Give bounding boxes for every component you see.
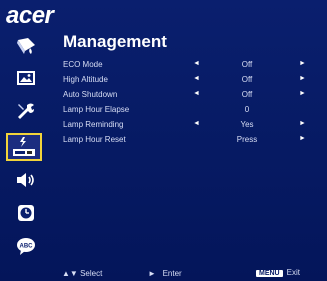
menu-key-badge: MENU — [256, 270, 283, 277]
projector-osd: acer ABC Management ECO Mode ◄ Off ► Hig… — [0, 0, 327, 281]
enter-arrow-icon: ► — [148, 269, 156, 278]
setting-row-lamp-reminding[interactable]: Lamp Reminding ◄ Yes ► — [63, 118, 325, 133]
right-arrow-icon[interactable]: ► — [299, 60, 306, 67]
page-title: Management — [63, 32, 167, 51]
sidebar-item-management[interactable] — [6, 133, 42, 161]
setting-label: Lamp Hour Elapse — [63, 105, 130, 114]
audio-icon — [17, 173, 34, 187]
setting-row-eco-mode[interactable]: ECO Mode ◄ Off ► — [63, 58, 325, 73]
enter-label: Enter — [162, 269, 182, 278]
svg-text:ABC: ABC — [20, 244, 34, 250]
select-hint: ▲▼ Select — [62, 269, 102, 278]
sidebar-item-language[interactable]: ABC — [11, 233, 41, 259]
sidebar-item-timer[interactable] — [11, 200, 41, 226]
color-icon — [17, 38, 35, 54]
right-arrow-icon[interactable]: ► — [299, 90, 306, 97]
sidebar-item-settings[interactable] — [11, 98, 41, 124]
language-icon: ABC — [17, 238, 35, 255]
left-arrow-icon[interactable]: ◄ — [193, 60, 200, 67]
up-down-arrows-icon: ▲▼ — [62, 269, 78, 278]
settings-icon — [18, 103, 34, 119]
right-arrow-icon[interactable]: ► — [299, 75, 306, 82]
setting-row-lamp-hour-elapse: Lamp Hour Elapse 0 — [63, 103, 325, 118]
brand-logo: acer — [6, 2, 54, 29]
setting-label: Lamp Reminding — [63, 120, 124, 129]
setting-row-high-altitude[interactable]: High Altitude ◄ Off ► — [63, 73, 325, 88]
setting-label: Lamp Hour Reset — [63, 135, 126, 144]
right-arrow-icon[interactable]: ► — [299, 135, 306, 142]
setting-value: Off — [241, 75, 253, 84]
exit-label: Exit — [286, 268, 300, 277]
sidebar-item-image[interactable] — [11, 65, 41, 91]
right-arrow-icon[interactable]: ► — [299, 120, 306, 127]
management-icon — [13, 137, 35, 156]
setting-label: High Altitude — [63, 75, 108, 84]
left-arrow-icon[interactable]: ◄ — [193, 120, 200, 127]
exit-hint: MENU Exit — [256, 268, 300, 277]
left-arrow-icon[interactable]: ◄ — [193, 75, 200, 82]
sidebar-item-color[interactable] — [11, 33, 41, 59]
setting-value: 0 — [244, 105, 250, 114]
setting-value: Press — [236, 135, 258, 144]
key-hint-bar: ▲▼ Select ► Enter MENU Exit — [0, 265, 327, 281]
setting-label: Auto Shutdown — [63, 90, 118, 99]
select-label: Select — [80, 269, 103, 278]
setting-value: Off — [241, 90, 253, 99]
image-icon — [17, 71, 35, 85]
setting-value: Yes — [240, 120, 254, 129]
sidebar-item-audio[interactable] — [11, 167, 41, 193]
setting-label: ECO Mode — [63, 60, 103, 69]
enter-hint: ► Enter — [148, 269, 182, 278]
setting-row-lamp-hour-reset[interactable]: Lamp Hour Reset Press ► — [63, 133, 325, 148]
setting-row-auto-shutdown[interactable]: Auto Shutdown ◄ Off ► — [63, 88, 325, 103]
settings-list: ECO Mode ◄ Off ► High Altitude ◄ Off ► A… — [63, 58, 325, 148]
left-arrow-icon[interactable]: ◄ — [193, 90, 200, 97]
setting-value: Off — [241, 60, 253, 69]
sidebar: ABC — [0, 33, 52, 265]
timer-icon — [18, 205, 34, 221]
